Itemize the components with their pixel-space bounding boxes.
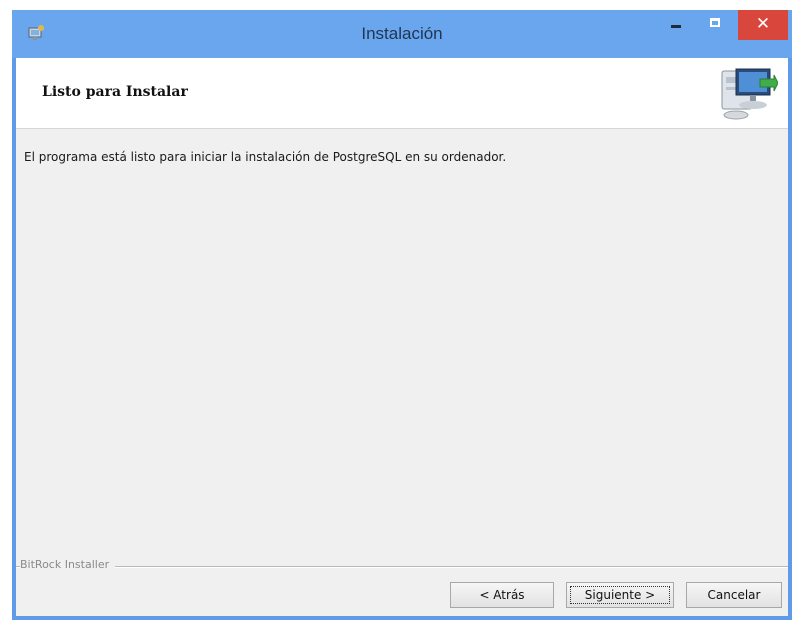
maximize-button[interactable] [696, 10, 736, 40]
computer-install-icon [721, 68, 778, 120]
brand-label: BitRock Installer [20, 558, 116, 571]
installer-window: Instalación ✕ Listo para Instalar El pro… [12, 10, 792, 620]
dialog-client-area: Listo para Instalar El programa está lis… [16, 58, 788, 616]
close-icon: ✕ [755, 14, 771, 34]
footer-separator [16, 566, 788, 568]
minimize-icon [671, 25, 681, 28]
next-button-label: Siguiente > [570, 586, 670, 604]
header-panel: Listo para Instalar [16, 58, 788, 129]
back-button[interactable]: < Atrás [450, 582, 554, 608]
next-button[interactable]: Siguiente > [566, 582, 674, 608]
minimize-button[interactable] [656, 10, 696, 40]
close-button[interactable]: ✕ [738, 10, 788, 40]
title-bar[interactable]: Instalación ✕ [12, 10, 792, 58]
cancel-button[interactable]: Cancelar [686, 582, 782, 608]
page-title: Listo para Instalar [42, 84, 188, 100]
ready-message: El programa está listo para iniciar la i… [24, 150, 507, 164]
maximize-icon [710, 18, 720, 27]
